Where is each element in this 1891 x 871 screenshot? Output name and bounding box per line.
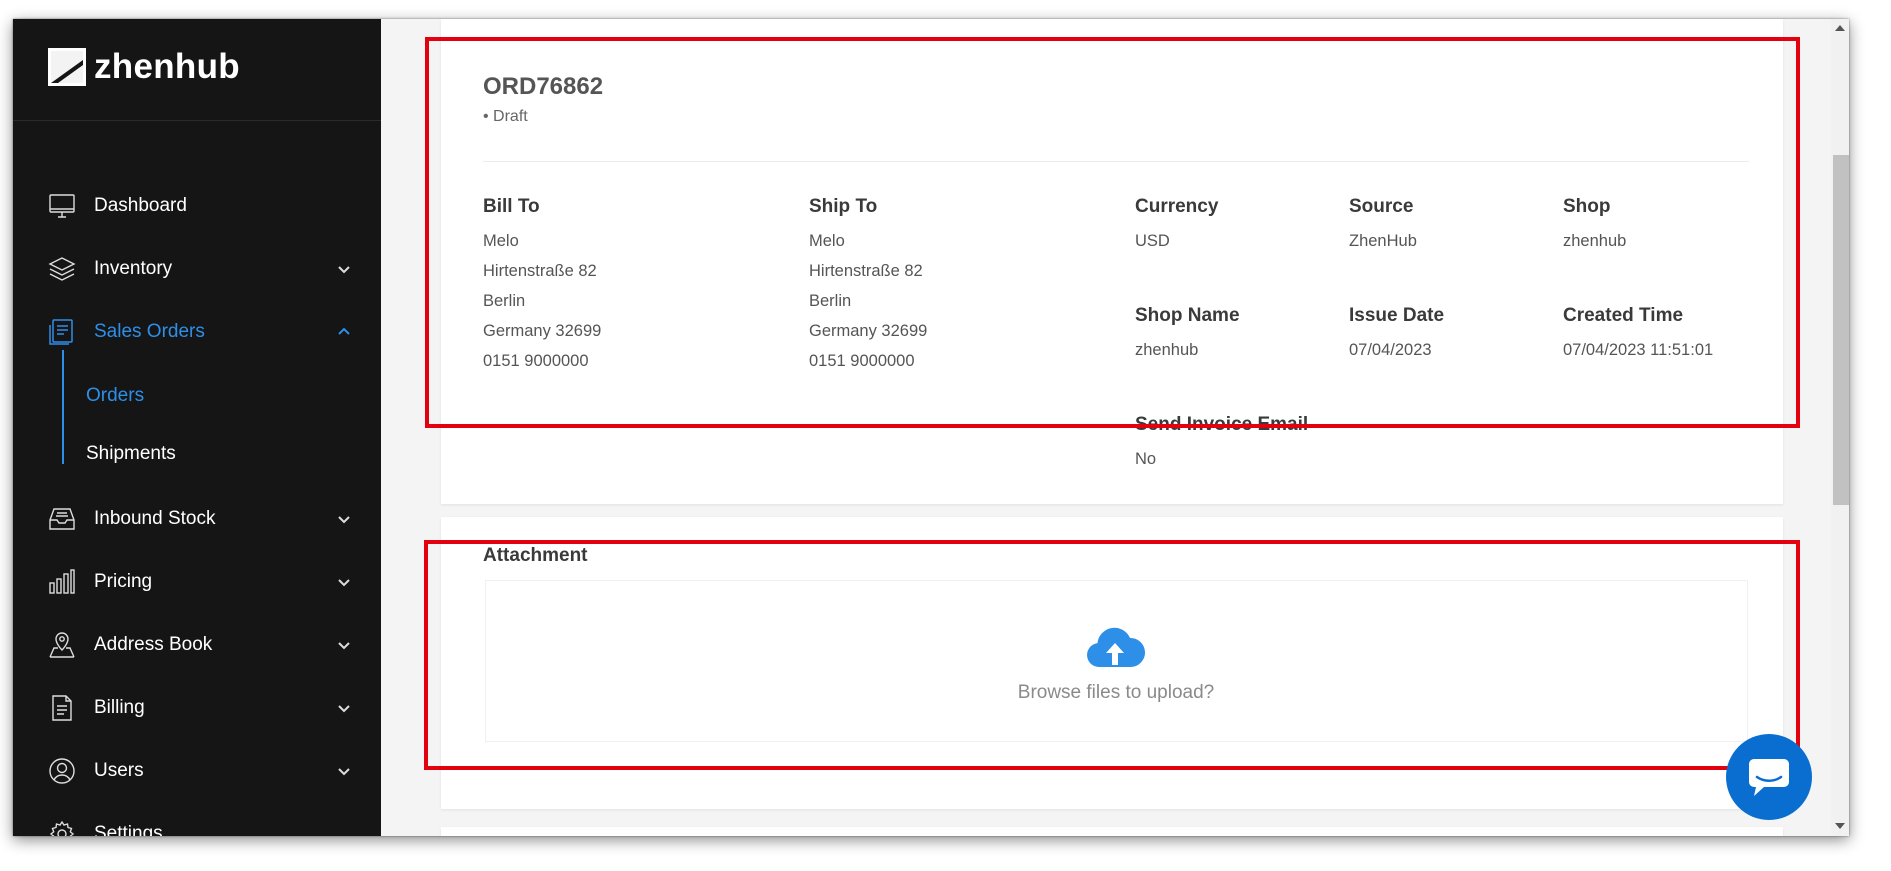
currency-label: Currency [1135,196,1219,217]
sidebar: zhenhub Dashboard Inventory Sales Orders [13,19,381,836]
app-window: zhenhub Dashboard Inventory Sales Orders [13,19,1849,836]
ship-to-label: Ship To [809,196,878,217]
issue-date-label: Issue Date [1349,305,1445,326]
shop-value: zhenhub [1563,232,1627,250]
sidebar-item-label: Address Book [94,634,213,655]
created-time-value: 07/04/2023 11:51:01 [1563,341,1714,359]
sidebar-item-sales-orders[interactable]: Sales Orders [13,308,381,356]
chevron-down-icon[interactable] [335,762,353,780]
sidebar-item-users[interactable]: Users [13,747,381,795]
sidebar-item-label: Settings [94,823,163,836]
monitor-icon [49,194,75,218]
chevron-down-icon[interactable] [335,699,353,717]
source-value: ZhenHub [1349,232,1417,250]
order-divider [483,161,1749,162]
bill-to-line: Hirtenstraße 82 [483,262,597,280]
order-details-card [441,19,1783,504]
bill-to-line: Berlin [483,292,526,310]
sidebar-divider [13,120,381,121]
logo[interactable]: zhenhub [48,47,240,87]
ship-to-line: 0151 9000000 [809,352,915,370]
sidebar-item-inventory[interactable]: Inventory [13,245,381,293]
gear-icon [49,820,75,836]
sidebar-item-settings[interactable]: Settings [13,810,381,836]
ship-to-line: Germany 32699 [809,322,928,340]
bill-to-label: Bill To [483,196,540,217]
sidebar-item-label: Users [94,760,144,781]
send-invoice-email-label: Send Invoice Email [1135,414,1309,435]
sidebar-item-label: Pricing [94,571,153,592]
vertical-scrollbar[interactable] [1831,19,1849,836]
zhenhub-logo-icon [48,48,86,86]
sidebar-item-label: Inventory [94,258,173,279]
chat-bubble-icon [1749,759,1789,796]
chat-button[interactable] [1726,734,1812,820]
scroll-up-arrow-icon[interactable] [1835,25,1845,31]
created-time-label: Created Time [1563,305,1684,326]
shop-name-label: Shop Name [1135,305,1240,326]
ship-to-line: Melo [809,232,845,250]
scrollbar-thumb[interactable] [1833,155,1849,505]
submenu-indicator [62,350,64,464]
shop-label: Shop [1563,196,1611,217]
cloud-upload-icon[interactable] [1085,625,1145,669]
sidebar-item-address-book[interactable]: Address Book [13,621,381,669]
upload-prompt[interactable]: Browse files to upload? [1013,682,1219,704]
sidebar-item-label: Dashboard [94,195,187,216]
inbox-tray-icon [49,508,75,530]
send-invoice-email-value: No [1135,450,1157,468]
users-icon [49,758,75,784]
logo-wordmark: zhenhub [94,47,240,86]
chevron-up-icon[interactable] [335,323,353,341]
bill-to-line: 0151 9000000 [483,352,589,370]
attachment-title: Attachment [483,545,588,566]
sidebar-item-pricing[interactable]: Pricing [13,558,381,606]
ship-to-line: Hirtenstraße 82 [809,262,923,280]
chevron-down-icon[interactable] [335,573,353,591]
sidebar-item-billing[interactable]: Billing [13,684,381,732]
issue-date-value: 07/04/2023 [1349,341,1432,359]
document-list-icon [52,695,72,721]
chevron-down-icon[interactable] [335,260,353,278]
bar-chart-icon [49,569,75,594]
order-status: • Draft [483,108,528,125]
ship-to-line: Berlin [809,292,852,310]
order-id: ORD76862 [483,73,604,100]
layers-icon [48,257,76,281]
chevron-down-icon[interactable] [335,636,353,654]
shop-name-value: zhenhub [1135,341,1199,359]
source-label: Source [1349,196,1414,217]
next-card [441,827,1783,836]
sidebar-item-label: Inbound Stock [94,508,216,529]
currency-value: USD [1135,232,1170,250]
scroll-down-arrow-icon[interactable] [1835,823,1845,829]
sidebar-item-inbound-stock[interactable]: Inbound Stock [13,495,381,543]
bill-to-line: Germany 32699 [483,322,602,340]
chevron-down-icon[interactable] [335,510,353,528]
sales-orders-icon [49,319,73,345]
sidebar-subitem-shipments[interactable]: Shipments [86,443,176,465]
sidebar-item-label: Billing [94,697,145,718]
map-pin-icon [49,632,75,658]
sidebar-item-label: Sales Orders [94,321,205,342]
bill-to-line: Melo [483,232,519,250]
sidebar-item-dashboard[interactable]: Dashboard [13,182,381,230]
sidebar-subitem-orders[interactable]: Orders [86,385,144,407]
